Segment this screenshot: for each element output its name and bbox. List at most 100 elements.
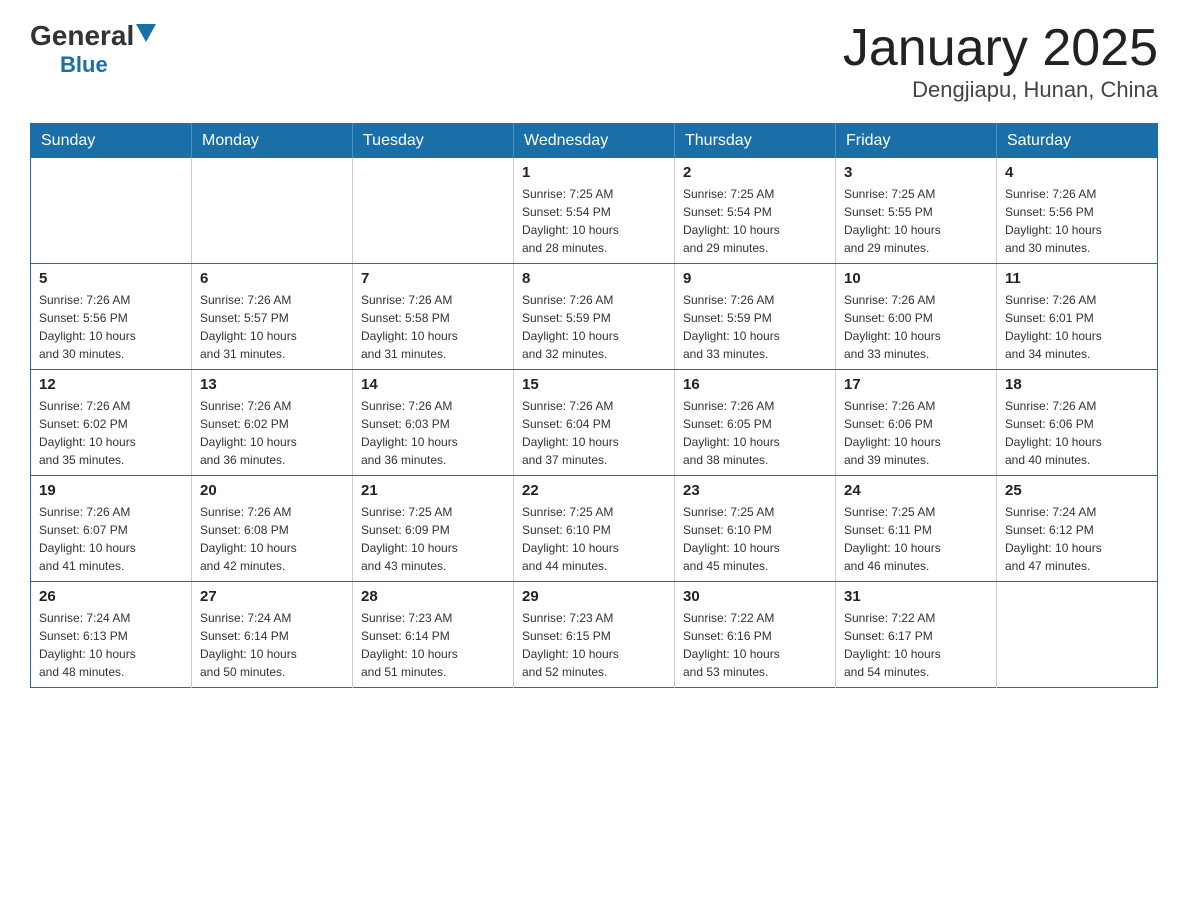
table-row: 16 Sunrise: 7:26 AM Sunset: 6:05 PM Dayli… [675,370,836,476]
table-row: 11Sunrise: 7:26 AM Sunset: 6:01 PM Dayli… [997,264,1158,370]
table-row [192,158,353,264]
day-info: Sunrise: 7:26 AM Sunset: 6:02 PM Dayligh… [39,397,183,469]
table-row: 26Sunrise: 7:24 AM Sunset: 6:13 PM Dayli… [31,582,192,688]
day-info: Sunrise: 7:25 AM Sunset: 6:09 PM Dayligh… [361,503,505,575]
day-info: Sunrise: 7:25 AM Sunset: 5:55 PM Dayligh… [844,185,988,257]
day-number: 24 [844,482,988,499]
day-number: 12 [39,376,183,393]
day-info: Sunrise: 7:26 AM Sunset: 6:05 PM Dayligh… [683,397,827,469]
table-row: 7 Sunrise: 7:26 AM Sunset: 5:58 PM Daylig… [353,264,514,370]
table-row: 4Sunrise: 7:26 AM Sunset: 5:56 PM Daylig… [997,158,1158,264]
calendar-week-row: 26Sunrise: 7:24 AM Sunset: 6:13 PM Dayli… [31,582,1158,688]
day-number: 28 [361,588,505,605]
table-row: 1 Sunrise: 7:25 AM Sunset: 5:54 PM Daylig… [514,158,675,264]
table-row: 17Sunrise: 7:26 AM Sunset: 6:06 PM Dayli… [836,370,997,476]
table-row: 18 Sunrise: 7:26 AM Sunset: 6:06 PM Dayli… [997,370,1158,476]
col-wednesday: Wednesday [514,124,675,159]
table-row [997,582,1158,688]
day-info: Sunrise: 7:24 AM Sunset: 6:12 PM Dayligh… [1005,503,1149,575]
table-row: 8 Sunrise: 7:26 AM Sunset: 5:59 PM Daylig… [514,264,675,370]
table-row: 14 Sunrise: 7:26 AM Sunset: 6:03 PM Dayli… [353,370,514,476]
day-info: Sunrise: 7:25 AM Sunset: 5:54 PM Dayligh… [522,185,666,257]
day-info: Sunrise: 7:25 AM Sunset: 6:11 PM Dayligh… [844,503,988,575]
day-info: Sunrise: 7:25 AM Sunset: 6:10 PM Dayligh… [522,503,666,575]
day-number: 9 [683,270,827,287]
logo-general-text: General [30,20,134,52]
day-info: Sunrise: 7:26 AM Sunset: 6:02 PM Dayligh… [200,397,344,469]
table-row: 12 Sunrise: 7:26 AM Sunset: 6:02 PM Dayli… [31,370,192,476]
day-number: 13 [200,376,344,393]
day-number: 8 [522,270,666,287]
day-number: 6 [200,270,344,287]
day-info: Sunrise: 7:22 AM Sunset: 6:16 PM Dayligh… [683,609,827,681]
day-number: 19 [39,482,183,499]
calendar-week-row: 1 Sunrise: 7:25 AM Sunset: 5:54 PM Daylig… [31,158,1158,264]
calendar-subtitle: Dengjiapu, Hunan, China [843,77,1158,103]
col-thursday: Thursday [675,124,836,159]
day-info: Sunrise: 7:26 AM Sunset: 5:57 PM Dayligh… [200,291,344,363]
day-number: 15 [522,376,666,393]
table-row: 19 Sunrise: 7:26 AM Sunset: 6:07 PM Dayli… [31,476,192,582]
day-number: 22 [522,482,666,499]
calendar-week-row: 19 Sunrise: 7:26 AM Sunset: 6:07 PM Dayli… [31,476,1158,582]
day-info: Sunrise: 7:26 AM Sunset: 6:06 PM Dayligh… [1005,397,1149,469]
day-number: 16 [683,376,827,393]
day-number: 7 [361,270,505,287]
table-row: 29 Sunrise: 7:23 AM Sunset: 6:15 PM Dayli… [514,582,675,688]
day-info: Sunrise: 7:24 AM Sunset: 6:13 PM Dayligh… [39,609,183,681]
day-info: Sunrise: 7:26 AM Sunset: 6:00 PM Dayligh… [844,291,988,363]
day-number: 18 [1005,376,1149,393]
table-row: 27Sunrise: 7:24 AM Sunset: 6:14 PM Dayli… [192,582,353,688]
day-number: 14 [361,376,505,393]
day-number: 27 [200,588,344,605]
day-info: Sunrise: 7:23 AM Sunset: 6:14 PM Dayligh… [361,609,505,681]
table-row: 22 Sunrise: 7:25 AM Sunset: 6:10 PM Dayli… [514,476,675,582]
calendar-table: Sunday Monday Tuesday Wednesday Thursday… [30,123,1158,688]
calendar-week-row: 5 Sunrise: 7:26 AM Sunset: 5:56 PM Daylig… [31,264,1158,370]
table-row: 23 Sunrise: 7:25 AM Sunset: 6:10 PM Dayli… [675,476,836,582]
table-row [31,158,192,264]
col-monday: Monday [192,124,353,159]
table-row [353,158,514,264]
table-row: 10Sunrise: 7:26 AM Sunset: 6:00 PM Dayli… [836,264,997,370]
day-info: Sunrise: 7:26 AM Sunset: 6:08 PM Dayligh… [200,503,344,575]
day-info: Sunrise: 7:25 AM Sunset: 5:54 PM Dayligh… [683,185,827,257]
table-row: 3 Sunrise: 7:25 AM Sunset: 5:55 PM Daylig… [836,158,997,264]
page-header: General Blue January 2025 Dengjiapu, Hun… [30,20,1158,103]
day-number: 23 [683,482,827,499]
day-info: Sunrise: 7:25 AM Sunset: 6:10 PM Dayligh… [683,503,827,575]
day-number: 2 [683,164,827,181]
table-row: 28 Sunrise: 7:23 AM Sunset: 6:14 PM Dayli… [353,582,514,688]
day-info: Sunrise: 7:26 AM Sunset: 5:56 PM Dayligh… [39,291,183,363]
day-number: 5 [39,270,183,287]
day-number: 25 [1005,482,1149,499]
day-number: 29 [522,588,666,605]
day-number: 3 [844,164,988,181]
day-number: 21 [361,482,505,499]
day-number: 1 [522,164,666,181]
col-sunday: Sunday [31,124,192,159]
day-info: Sunrise: 7:22 AM Sunset: 6:17 PM Dayligh… [844,609,988,681]
table-row: 2 Sunrise: 7:25 AM Sunset: 5:54 PM Daylig… [675,158,836,264]
table-row: 5 Sunrise: 7:26 AM Sunset: 5:56 PM Daylig… [31,264,192,370]
logo: General Blue [30,20,156,78]
table-row: 24 Sunrise: 7:25 AM Sunset: 6:11 PM Dayli… [836,476,997,582]
day-info: Sunrise: 7:26 AM Sunset: 6:07 PM Dayligh… [39,503,183,575]
table-row: 30 Sunrise: 7:22 AM Sunset: 6:16 PM Dayli… [675,582,836,688]
day-info: Sunrise: 7:26 AM Sunset: 5:59 PM Dayligh… [522,291,666,363]
table-row: 6 Sunrise: 7:26 AM Sunset: 5:57 PM Daylig… [192,264,353,370]
calendar-title: January 2025 [843,20,1158,77]
table-row: 9Sunrise: 7:26 AM Sunset: 5:59 PM Daylig… [675,264,836,370]
table-row: 31 Sunrise: 7:22 AM Sunset: 6:17 PM Dayli… [836,582,997,688]
col-tuesday: Tuesday [353,124,514,159]
day-info: Sunrise: 7:26 AM Sunset: 5:56 PM Dayligh… [1005,185,1149,257]
day-info: Sunrise: 7:26 AM Sunset: 6:03 PM Dayligh… [361,397,505,469]
day-info: Sunrise: 7:26 AM Sunset: 6:01 PM Dayligh… [1005,291,1149,363]
day-number: 31 [844,588,988,605]
calendar-week-row: 12 Sunrise: 7:26 AM Sunset: 6:02 PM Dayli… [31,370,1158,476]
day-info: Sunrise: 7:26 AM Sunset: 5:58 PM Dayligh… [361,291,505,363]
table-row: 15Sunrise: 7:26 AM Sunset: 6:04 PM Dayli… [514,370,675,476]
day-info: Sunrise: 7:23 AM Sunset: 6:15 PM Dayligh… [522,609,666,681]
day-number: 30 [683,588,827,605]
table-row: 25 Sunrise: 7:24 AM Sunset: 6:12 PM Dayli… [997,476,1158,582]
